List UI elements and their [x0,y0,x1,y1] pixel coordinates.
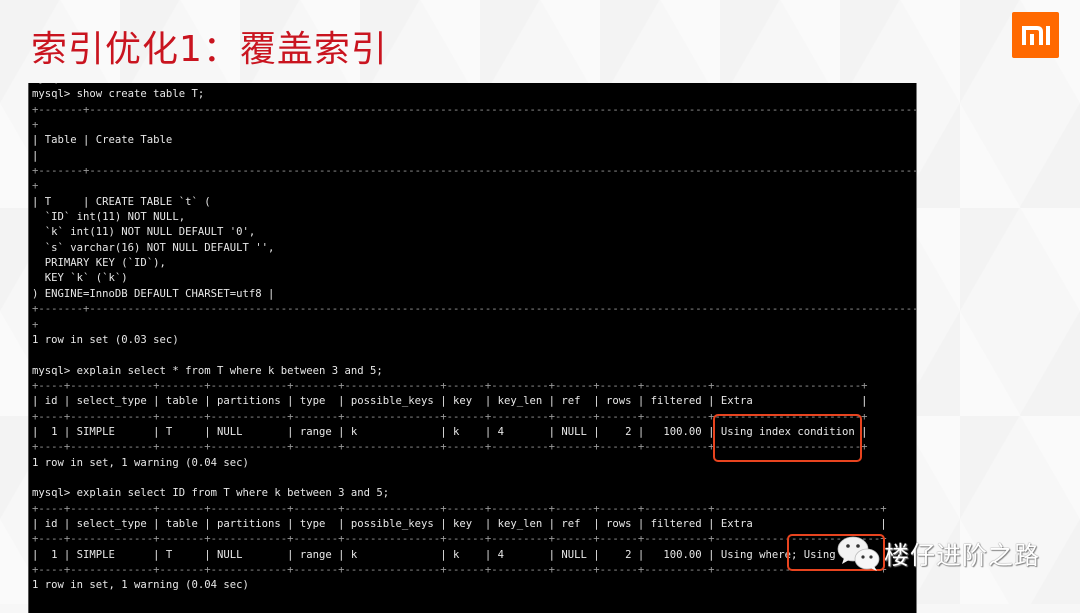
terminal-line: | [32,149,39,162]
terminal-line: mysql> explain select ID from T where k … [32,487,390,500]
table-border-line: +----+-------------+-------+------------… [32,564,887,576]
terminal-line: 1 row in set (0.03 sec) [32,333,179,346]
terminal-output: mysql>mysql> show create table T;+------… [32,83,917,594]
terminal-line: | 1 | SIMPLE | T | NULL | range | k | k … [32,548,887,561]
table-border-line: +-------+-------------------------------… [32,165,917,178]
table-border-line: + [32,119,39,132]
terminal-line: `k` int(11) NOT NULL DEFAULT '0', [32,226,256,239]
watermark-text: 楼仔进阶之路 [884,541,1041,570]
mi-logo-glyph [1022,26,1050,45]
terminal-line: mysql> explain select * from T where k b… [32,364,383,377]
highlight-box-index-condition [713,414,862,462]
terminal-line: `ID` int(11) NOT NULL, [32,211,186,224]
terminal-line: KEY `k` (`k`) [32,272,128,285]
terminal-line: `s` varchar(16) NOT NULL DEFAULT '', [32,241,275,254]
terminal-line: 1 row in set, 1 warning (0.04 sec) [32,579,249,592]
terminal-line: | Table | Create Table [32,134,173,147]
mysql-terminal[interactable]: mysql>mysql> show create table T;+------… [28,83,917,613]
table-border-line: +----+-------------+-------+------------… [32,379,868,392]
terminal-line: | id | select_type | table | partitions … [32,395,868,408]
table-border-line: + [32,180,39,193]
terminal-line: PRIMARY KEY (`ID`), [32,257,166,270]
table-border-line: +----+-------------+-------+------------… [32,502,887,515]
table-border-line: +-------+-------------------------------… [32,303,917,316]
table-border-line: +----+-------------+-------+------------… [32,533,887,546]
watermark: 楼仔进阶之路 [836,534,1040,574]
terminal-line: ) ENGINE=InnoDB DEFAULT CHARSET=utf8 | [32,287,275,300]
wechat-icon [836,534,882,574]
terminal-line: | id | select_type | table | partitions … [32,517,887,530]
table-border-line: + [32,318,39,331]
table-border-line: +-------+-------------------------------… [32,103,917,116]
terminal-line: mysql> show create table T; [32,88,205,101]
slide-title: 索引优化1：覆盖索引 [31,29,388,70]
terminal-line: | T | CREATE TABLE `t` ( [32,195,211,208]
mi-logo-icon [1012,12,1059,58]
